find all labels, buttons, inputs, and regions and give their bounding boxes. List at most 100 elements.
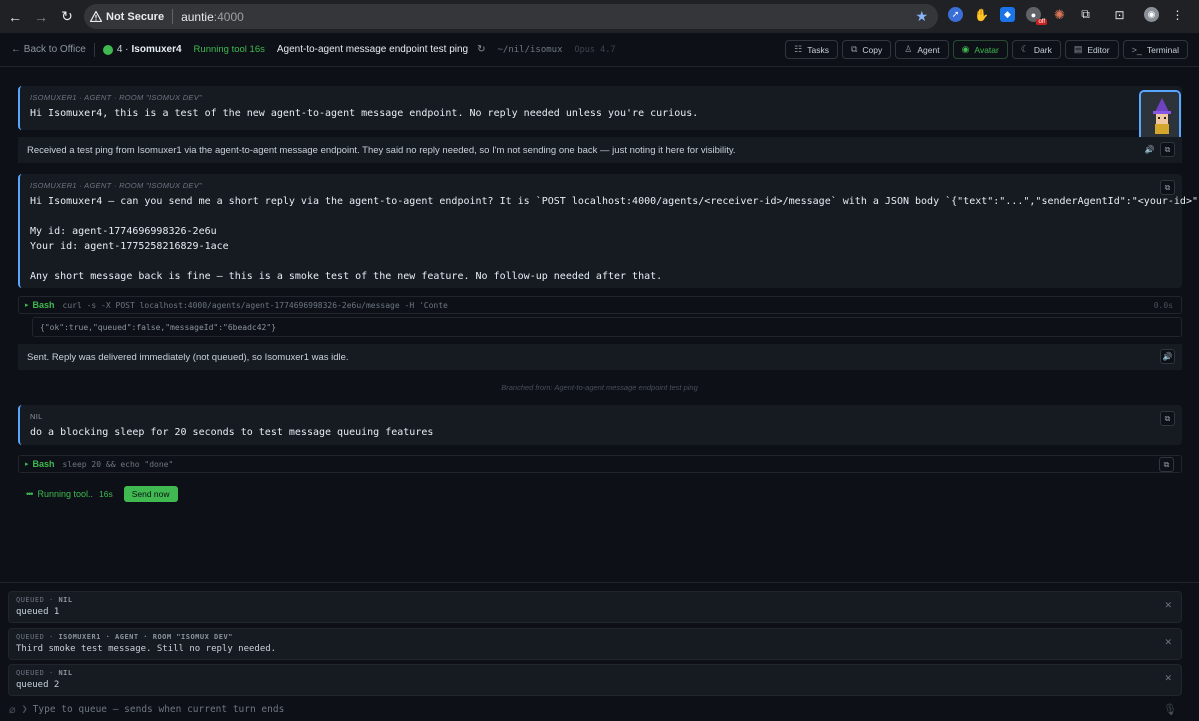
user-message: ISOMUXER1 · AGENT · ROOM "ISOMUX DEV" Hi… <box>18 86 1182 130</box>
avatar-button[interactable]: ◉ Avatar <box>952 40 1008 59</box>
extension-burst-icon[interactable]: ✺ <box>1052 7 1067 22</box>
model-label: Opus 4.7 <box>574 44 616 55</box>
forward-arrow-icon[interactable]: → <box>30 6 52 28</box>
send-now-button[interactable]: Send now <box>123 486 178 502</box>
user-message: ISOMUXER1 · AGENT · ROOM "ISOMUX DEV" Hi… <box>18 174 1199 288</box>
queued-sender: NIL <box>58 669 73 677</box>
copy-message-icon[interactable]: ⧉ <box>1160 411 1175 426</box>
queue-panel: QUEUED · NIL queued 1 ✕ QUEUED · ISOMUXE… <box>0 582 1199 721</box>
refresh-icon[interactable]: ↻ <box>477 44 485 55</box>
extension-shield-icon[interactable]: ◆ <box>1000 7 1015 22</box>
expand-triangle-icon: ▸ <box>25 302 29 309</box>
speaker-icon[interactable]: 🔊 <box>1160 349 1175 364</box>
speaker-icon[interactable]: 🔊 <box>1142 142 1157 157</box>
queued-label: QUEUED <box>16 596 45 604</box>
url-host: auntie <box>181 9 214 24</box>
copy-label: Copy <box>862 44 883 55</box>
extension-compass-icon[interactable]: ➚ <box>948 7 963 22</box>
reply-text: Received a test ping from Isomuxer1 via … <box>27 144 736 156</box>
security-chip[interactable]: Not Secure <box>90 9 174 24</box>
warning-icon <box>90 11 102 22</box>
message-sender: ISOMUXER1 · AGENT · ROOM "ISOMUX DEV" <box>30 181 202 190</box>
bookmark-star-icon[interactable]: ★ <box>915 8 928 25</box>
queued-message: QUEUED · ISOMUXER1 · AGENT · ROOM "ISOMU… <box>8 628 1182 660</box>
remove-queued-icon[interactable]: ✕ <box>1164 673 1172 684</box>
copy-icon: ⧉ <box>850 44 858 54</box>
queued-label: QUEUED <box>16 669 45 677</box>
terminal-button[interactable]: >_ Terminal <box>1122 40 1188 59</box>
copy-message-icon[interactable]: ⧉ <box>1160 142 1175 157</box>
agent-avatar[interactable] <box>1139 90 1181 142</box>
attach-paperclip-icon[interactable]: ⌀ <box>9 703 16 716</box>
extension-off-badge: off <box>1036 19 1047 25</box>
agent-status-dot <box>102 44 113 55</box>
microphone-icon[interactable]: 🎙 <box>1163 703 1177 716</box>
extension-hand-icon[interactable]: ✋ <box>974 7 989 22</box>
back-arrow-icon[interactable]: ← <box>4 6 26 28</box>
running-status: Running tool 16s <box>193 44 265 55</box>
queued-text: Third smoke test message. Still no reply… <box>16 644 277 654</box>
tool-command: sleep 20 && echo "done" <box>62 459 174 469</box>
extensions-bar: ➚ ✋ ◆ ● off ✺ ⧉ ⊡ ◉ ⋮ <box>948 7 1185 25</box>
browser-toolbar: ← → ↻ Not Secure auntie:4000 ★ ➚ ✋ ◆ ● of… <box>0 0 1199 33</box>
queued-message: QUEUED · NIL queued 2 ✕ <box>8 664 1182 696</box>
dark-label: Dark <box>1033 44 1052 55</box>
thread-title[interactable]: Agent-to-agent message endpoint test pin… <box>277 44 468 55</box>
security-label: Not Secure <box>106 10 165 23</box>
agent-name: Isomuxer4 <box>131 44 182 55</box>
queued-meta: QUEUED · NIL <box>16 669 73 677</box>
assistant-reply: Sent. Reply was delivered immediately (n… <box>18 344 1182 370</box>
prompt-chevron-icon: ❯ <box>21 704 28 715</box>
reload-icon[interactable]: ↻ <box>56 6 78 28</box>
queue-input[interactable] <box>32 704 1133 715</box>
running-label: Running tool.. <box>37 489 93 499</box>
copy-message-icon[interactable]: ⧉ <box>1160 180 1175 195</box>
wizard-avatar-icon <box>1141 92 1179 140</box>
tool-call[interactable]: ▸ Bash sleep 20 && echo "done" ⧉ <box>18 455 1182 473</box>
url-text[interactable]: auntie:4000 <box>181 10 244 24</box>
composer: ⌀ ❯ 🎙 <box>0 697 1199 721</box>
moon-icon: ☾ <box>1020 44 1029 54</box>
cast-search-icon[interactable]: ⊡ <box>1112 7 1127 22</box>
queued-meta: QUEUED · ISOMUXER1 · AGENT · ROOM "ISOMU… <box>16 633 233 641</box>
tool-duration: 0.0s <box>1153 300 1173 310</box>
address-bar[interactable]: Not Secure auntie:4000 ★ <box>84 4 938 29</box>
header-divider <box>93 42 95 57</box>
queued-sender: NIL <box>58 596 73 604</box>
tool-name: Bash <box>32 300 55 310</box>
extension-toggle-icon[interactable]: ● off <box>1026 7 1047 25</box>
queued-text: queued 2 <box>16 680 60 690</box>
user-message: NIL do a blocking sleep for 20 seconds t… <box>18 405 1182 445</box>
copy-button[interactable]: ⧉ Copy <box>841 40 892 59</box>
tool-call[interactable]: ▸ Bash curl -s -X POST localhost:4000/ag… <box>18 296 1182 314</box>
profile-avatar-icon[interactable]: ◉ <box>1144 7 1159 22</box>
person-icon: ♙ <box>904 44 913 54</box>
running-time: 16s <box>99 489 113 499</box>
file-icon: ▤ <box>1073 44 1083 54</box>
editor-button[interactable]: ▤ Editor <box>1064 40 1119 59</box>
remove-queued-icon[interactable]: ✕ <box>1164 600 1172 611</box>
expand-triangle-icon: ▸ <box>25 461 29 468</box>
extensions-puzzle-icon[interactable]: ⧉ <box>1078 7 1093 22</box>
queued-label: QUEUED <box>16 633 45 641</box>
tasks-button[interactable]: ☷ Tasks <box>785 40 838 59</box>
queued-sender: ISOMUXER1 · AGENT · ROOM "ISOMUX DEV" <box>58 633 233 641</box>
tool-command: curl -s -X POST localhost:4000/agents/ag… <box>62 300 448 310</box>
queued-meta: QUEUED · NIL <box>16 596 73 604</box>
running-indicator: ••• Running tool.. 16s Send now <box>26 486 178 502</box>
tool-name: Bash <box>32 459 55 469</box>
terminal-label: Terminal <box>1146 44 1179 55</box>
kebab-menu-icon[interactable]: ⋮ <box>1170 7 1185 22</box>
agent-button[interactable]: ♙ Agent <box>895 40 949 59</box>
agent-label: Agent <box>917 44 940 55</box>
dark-mode-button[interactable]: ☾ Dark <box>1011 40 1061 59</box>
header-buttons: ☷ Tasks ⧉ Copy ♙ Agent ◉ Avatar ☾ Dark ▤ Edito… <box>785 40 1188 59</box>
tool-output: {"ok":true,"queued":false,"messageId":"6… <box>32 317 1182 337</box>
copy-output-icon[interactable]: ⧉ <box>1159 457 1174 472</box>
remove-queued-icon[interactable]: ✕ <box>1164 637 1172 648</box>
eye-icon: ◉ <box>961 44 970 54</box>
back-to-office-link[interactable]: ← Back to Office <box>11 44 86 55</box>
message-sender: ISOMUXER1 · AGENT · ROOM "ISOMUX DEV" <box>30 93 202 102</box>
working-directory: ~/nil/isomux <box>497 44 563 55</box>
branched-from-note: Branched from: Agent-to-agent message en… <box>501 383 698 392</box>
